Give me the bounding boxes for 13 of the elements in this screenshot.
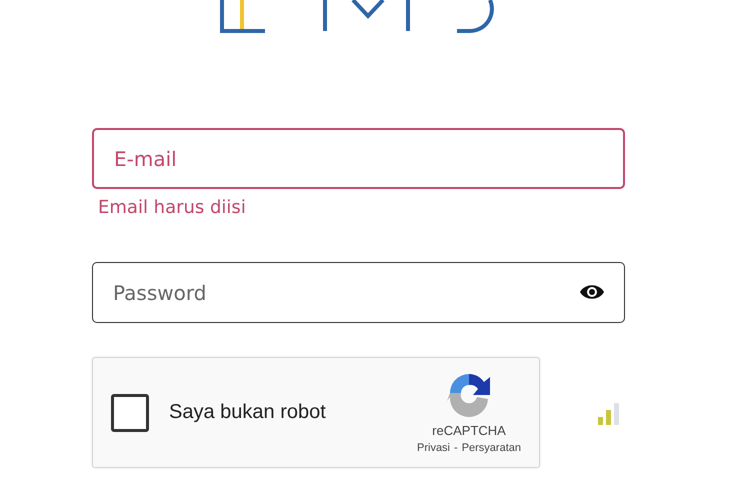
recaptcha-icon	[446, 371, 492, 417]
email-field[interactable]: E-mail	[92, 128, 625, 189]
checkbox-label: Saya bukan robot	[169, 401, 327, 424]
signal-bars-icon	[596, 400, 620, 424]
eye-icon[interactable]	[579, 283, 605, 301]
logo-icon	[220, 0, 496, 33]
error-message: Email harus diisi	[98, 197, 246, 218]
terms-link[interactable]: Persyaratan	[462, 442, 521, 454]
checkbox[interactable]	[111, 394, 149, 432]
link-separator: -	[454, 442, 458, 454]
recaptcha-text: reCAPTCHA	[432, 423, 506, 438]
privacy-link[interactable]: Privasi	[417, 442, 450, 454]
password-field[interactable]: Password	[92, 262, 625, 323]
